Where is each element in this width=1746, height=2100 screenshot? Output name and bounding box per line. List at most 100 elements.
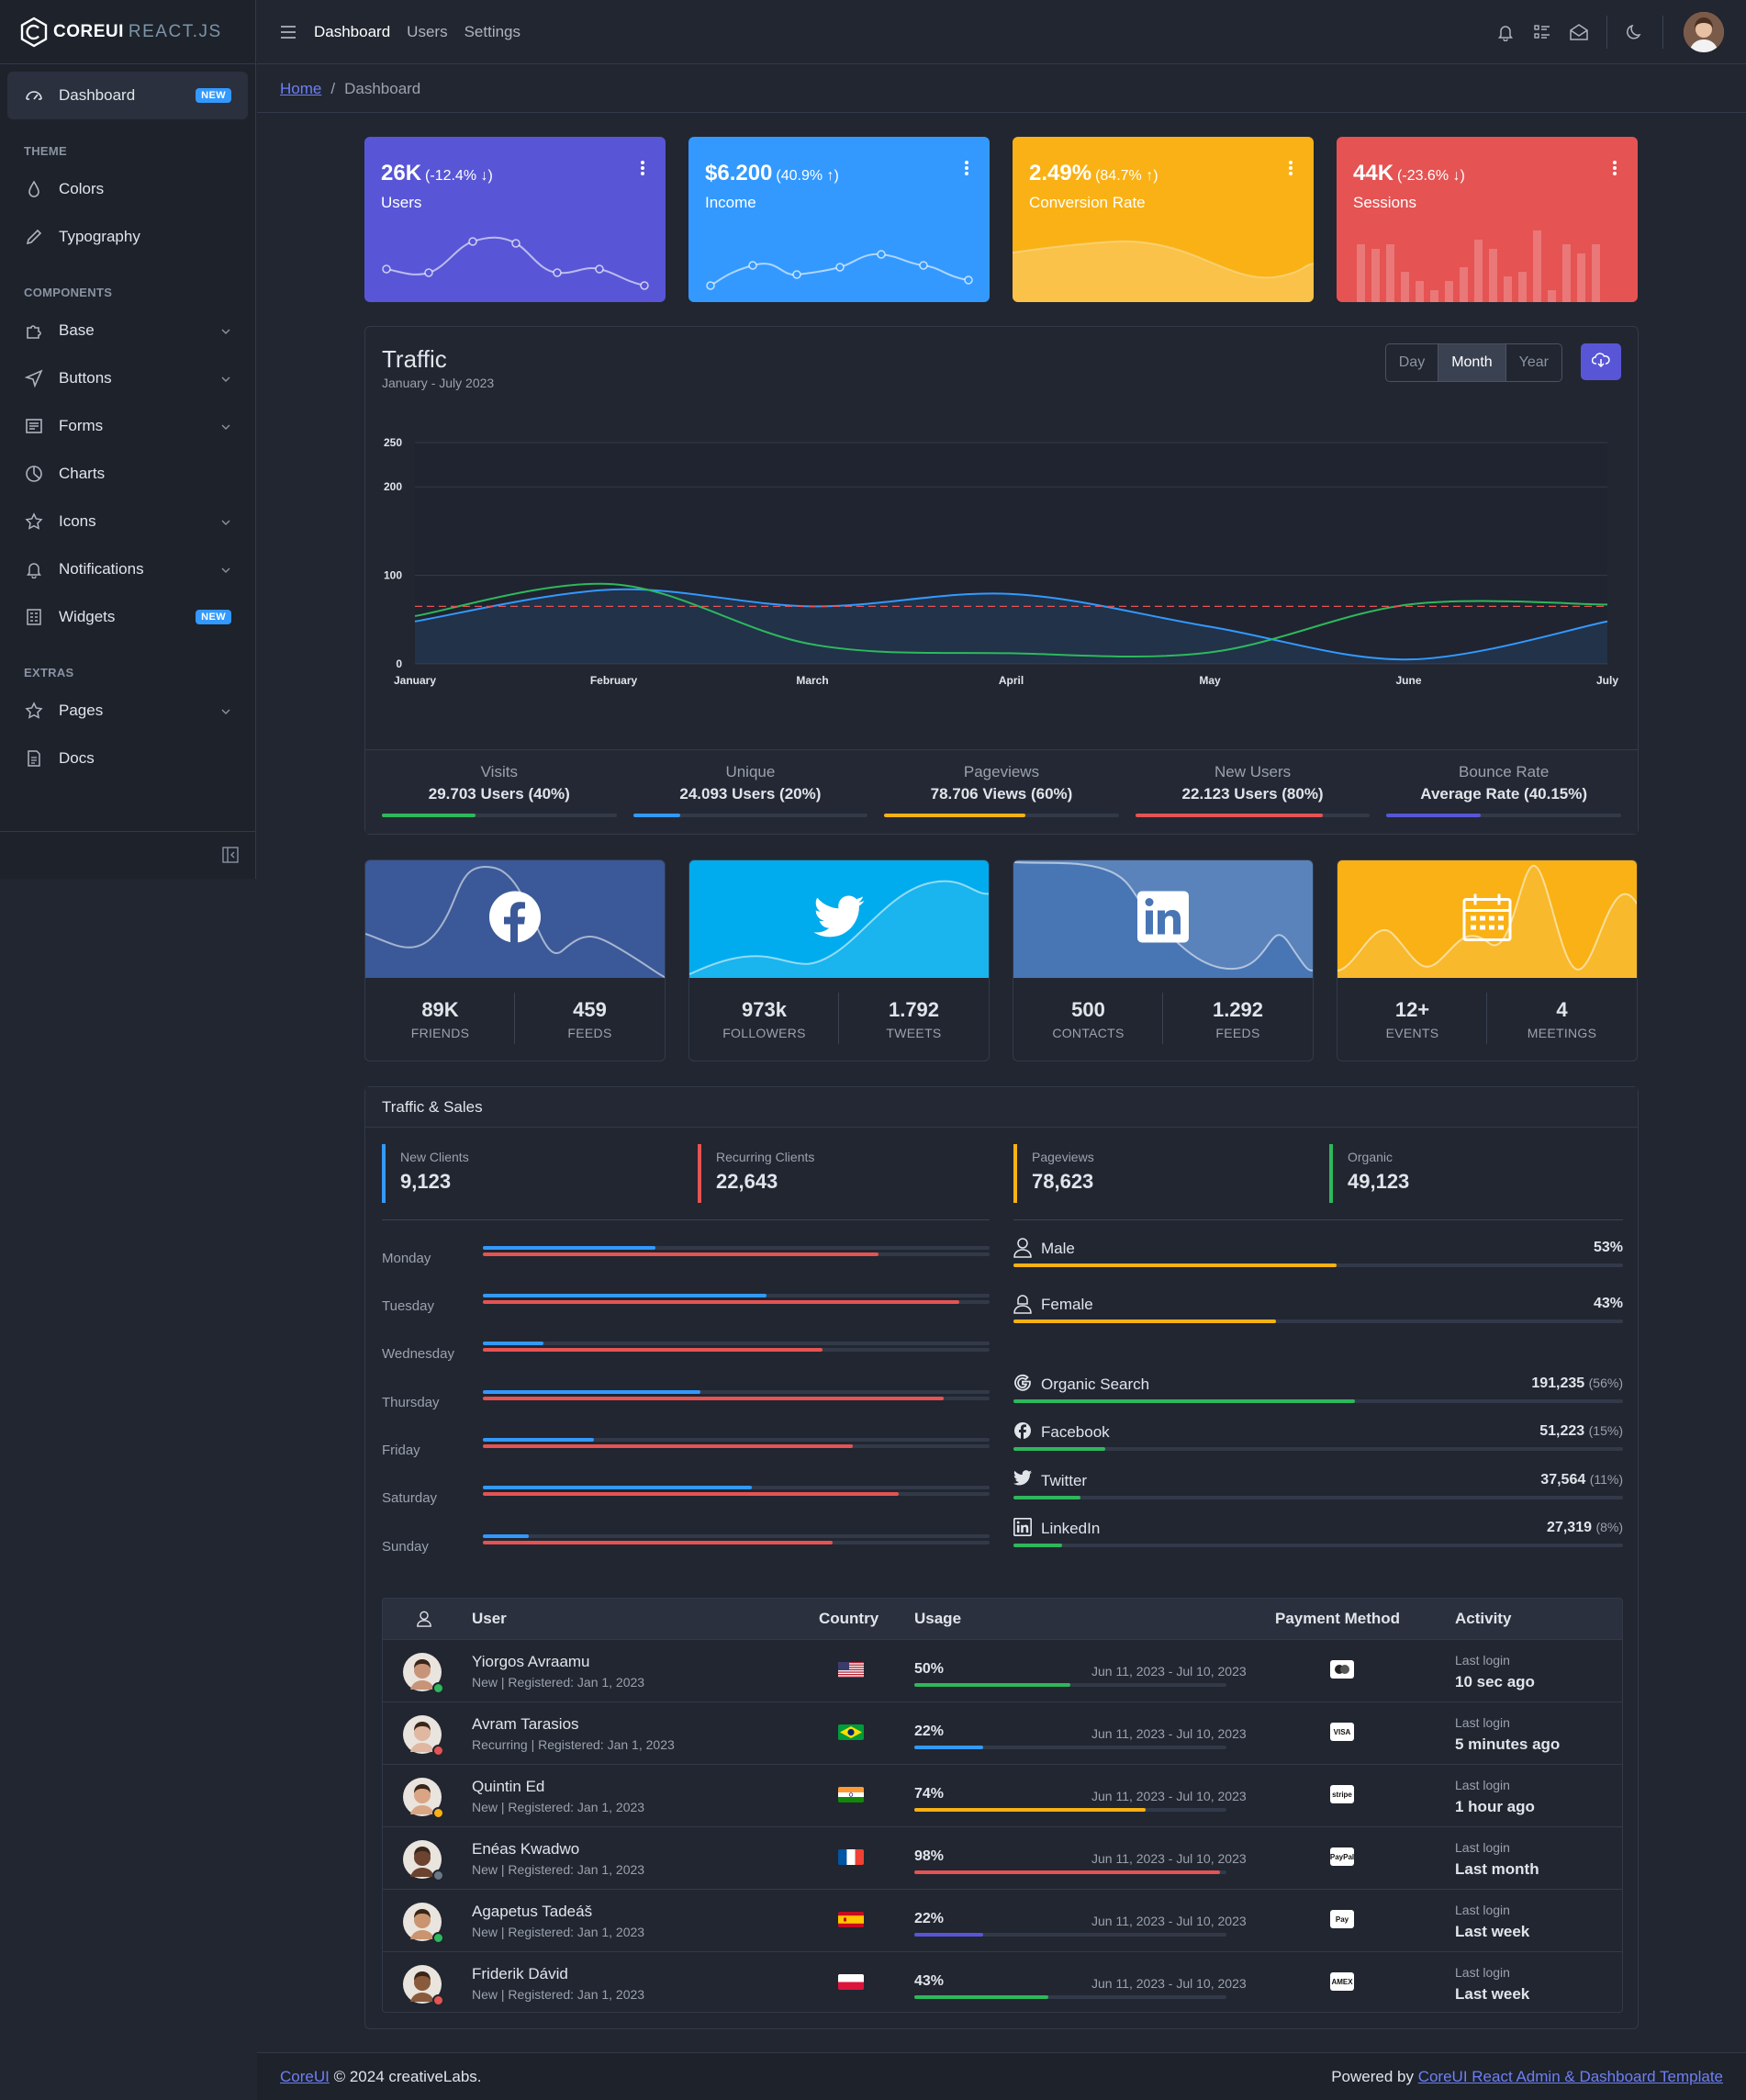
more-vertical-icon[interactable] [640, 160, 645, 181]
user-meta: New | Registered: Jan 1, 2023 [472, 1925, 645, 1939]
source-label: Facebook [1041, 1423, 1110, 1441]
new-clients-bar [483, 1390, 990, 1394]
footer-coreui-link[interactable]: CoreUI [280, 2068, 330, 2085]
sidebar-item-notifications[interactable]: Notifications [7, 545, 248, 593]
social-count: 12+ [1394, 998, 1430, 1021]
payment-mastercard-icon [1330, 1660, 1354, 1679]
sidebar-item-forms[interactable]: Forms [7, 402, 248, 450]
list-rich-icon[interactable] [1524, 14, 1561, 51]
last-login-label: Last login [1455, 1965, 1510, 1980]
chart-y-tick: 250 [384, 436, 402, 449]
table-row[interactable]: Agapetus Tadeáš New | Registered: Jan 1, … [383, 1889, 1622, 1951]
social-label: CONTACTS [1052, 1026, 1125, 1040]
chart-x-tick: May [1199, 674, 1221, 687]
brand[interactable]: COREUI REACT.JS [0, 0, 255, 64]
new-clients-bar [483, 1342, 990, 1345]
table-row[interactable]: Quintin Ed New | Registered: Jan 1, 2023 7… [383, 1764, 1622, 1826]
users-table: User Country Usage Payment Method Activi… [382, 1598, 1623, 2013]
table-row[interactable]: Yiorgos Avraamu New | Registered: Jan 1, … [383, 1639, 1622, 1701]
usage-period: Jun 11, 2023 - Jul 10, 2023 [1091, 1789, 1247, 1803]
breadcrumb: Home / Dashboard [257, 65, 1746, 113]
sidebar-item-icons[interactable]: Icons [7, 498, 248, 545]
country-flag-pl-icon [838, 1974, 864, 1990]
new-badge: NEW [196, 610, 231, 624]
sidebar-item-dashboard[interactable]: Dashboard NEW [7, 72, 248, 119]
footer-copyright: © 2024 creativeLabs. [333, 2067, 482, 2085]
chart-y-tick: 200 [384, 480, 402, 493]
breadcrumb-separator: / [330, 79, 336, 97]
sidebar-item-colors[interactable]: Colors [7, 165, 248, 213]
source-percent: (15%) [1588, 1423, 1623, 1438]
traffic-stats: Visits 29.703 Users (40%) Unique 24.093 Us… [365, 749, 1638, 834]
kpi-value: 49,123 [1348, 1170, 1410, 1193]
stat-title: Bounce Rate [1459, 763, 1550, 780]
sidebar-item-label: Typography [59, 228, 140, 245]
sidebar-item-label: Notifications [59, 560, 144, 578]
kpi-recurring-clients: Recurring Clients 22,643 [698, 1144, 814, 1203]
day-label: Thursday [382, 1395, 440, 1410]
user-name: Friderik Dávid [472, 1965, 568, 1982]
recurring-clients-bar [483, 1492, 990, 1496]
footer-template-link[interactable]: CoreUI React Admin & Dashboard Template [1418, 2068, 1723, 2085]
kpi-label: New Clients [400, 1150, 469, 1164]
status-indicator [432, 1932, 444, 1944]
sidebar-item-buttons[interactable]: Buttons [7, 354, 248, 402]
moon-icon[interactable] [1617, 14, 1653, 51]
brand-core: COREUI [53, 21, 124, 41]
more-vertical-icon[interactable] [1288, 160, 1293, 181]
sidebar-collapse-icon[interactable] [222, 847, 239, 868]
sidebar-item-label: Forms [59, 417, 104, 434]
last-login-label: Last login [1455, 1778, 1510, 1792]
sidebar-item-typography[interactable]: Typography [7, 213, 248, 261]
source-value: 27,319 [1547, 1520, 1592, 1535]
source-value: 37,564 [1540, 1472, 1586, 1488]
user-meta: New | Registered: Jan 1, 2023 [472, 1862, 645, 1877]
more-vertical-icon[interactable] [1612, 160, 1617, 181]
table-row[interactable]: Friderik Dávid New | Registered: Jan 1, 2… [383, 1951, 1622, 2012]
country-flag-fr-icon [838, 1849, 864, 1865]
user-female-icon [1013, 1294, 1032, 1319]
header-usage: Usage [914, 1610, 962, 1627]
sidebar-item-base[interactable]: Base [7, 307, 248, 354]
chart-x-tick: February [590, 674, 638, 687]
widget-value: 2.49% [1029, 161, 1092, 185]
recurring-clients-bar [483, 1541, 990, 1544]
envelope-open-icon[interactable] [1561, 14, 1597, 51]
social-label: FEEDS [567, 1026, 612, 1040]
table-row[interactable]: Enéas Kwadwo New | Registered: Jan 1, 202… [383, 1826, 1622, 1889]
widget-value: $6.200 [705, 161, 773, 185]
facebook-icon [488, 891, 542, 949]
bell-icon[interactable] [1487, 14, 1524, 51]
hamburger-menu-icon[interactable] [279, 25, 297, 39]
source-row-organic-search: Organic Search 191,235 (56%) [1013, 1374, 1623, 1420]
widget-label: Sessions [1353, 194, 1416, 211]
social-count: 459 [573, 998, 607, 1021]
coreui-logo-icon [18, 17, 50, 48]
section-title-extras: EXTRAS [24, 666, 74, 679]
drop-icon [24, 179, 44, 199]
header-nav-dashboard[interactable]: Dashboard [314, 23, 390, 41]
sidebar-item-charts[interactable]: Charts [7, 450, 248, 498]
usage-progress [914, 1746, 1226, 1749]
user-avatar[interactable] [1684, 12, 1724, 52]
sidebar-item-docs[interactable]: Docs [7, 735, 248, 782]
sidebar-item-label: Dashboard [59, 86, 136, 104]
source-progress [1013, 1496, 1623, 1499]
sidebar-item-pages[interactable]: Pages [7, 687, 248, 735]
header-payment-method: Payment Method [1275, 1610, 1401, 1627]
header-nav-settings[interactable]: Settings [464, 23, 520, 41]
sidebar-item-label: Colors [59, 180, 105, 197]
pencil-icon [24, 227, 44, 247]
table-row[interactable]: Avram Tarasios Recurring | Registered: Ja… [383, 1701, 1622, 1764]
header-nav-users[interactable]: Users [407, 23, 447, 41]
usage-period: Jun 11, 2023 - Jul 10, 2023 [1091, 1914, 1247, 1928]
header-country: Country [819, 1610, 879, 1627]
sidebar-item-widgets[interactable]: Widgets NEW [7, 593, 248, 641]
day-row: Sunday [382, 1530, 990, 1578]
breadcrumb-home-link[interactable]: Home [280, 80, 321, 98]
more-vertical-icon[interactable] [964, 160, 969, 181]
traffic-stat-bounce-rate: Bounce Rate Average Rate (40.15%) [1378, 750, 1629, 834]
source-percent: (8%) [1595, 1520, 1623, 1534]
gender-label: Female [1041, 1296, 1093, 1313]
traffic-sales-title: Traffic & Sales [365, 1087, 1638, 1128]
